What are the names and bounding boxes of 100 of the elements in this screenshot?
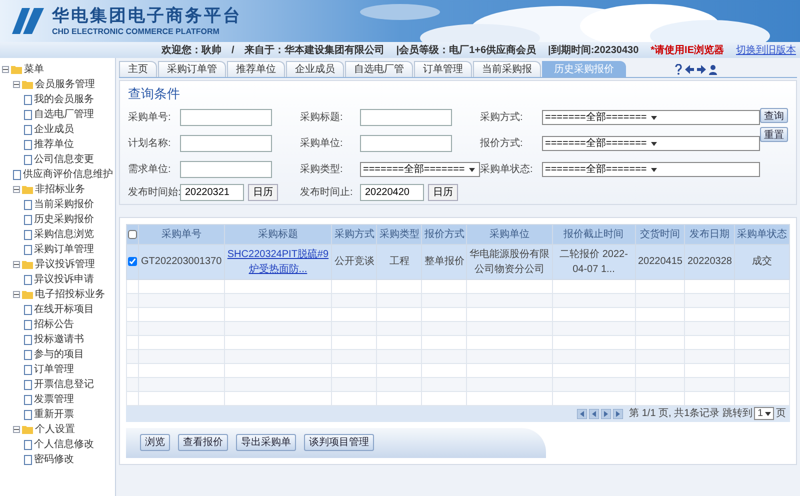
menu-item[interactable]: 采购订单管理	[34, 242, 94, 257]
tab[interactable]: 订单管理	[414, 61, 472, 77]
menu-item[interactable]: 订单管理	[34, 362, 74, 377]
menu-item[interactable]: 当前采购报价	[34, 197, 94, 212]
tab[interactable]: 自选电厂管	[345, 61, 413, 77]
menu-item[interactable]: 历史采购报价	[34, 212, 94, 227]
folder-icon	[22, 80, 33, 89]
query-button[interactable]: 查询	[760, 108, 788, 122]
menu-item[interactable]: 在线开标项目	[34, 302, 94, 317]
column-header: 报价截止时间	[552, 224, 636, 244]
menu-item[interactable]: 个人设置	[35, 422, 75, 437]
row-checkbox[interactable]	[128, 257, 137, 266]
menu-item[interactable]: 重新开票	[34, 407, 74, 422]
date-field[interactable]: 20220321	[180, 184, 244, 200]
calendar-button[interactable]: 日历	[428, 184, 458, 200]
tab[interactable]: 采购订单管	[158, 61, 226, 77]
menu-item[interactable]: 招标公告	[34, 317, 74, 332]
menu-item[interactable]: 参与的项目	[34, 347, 84, 362]
tab[interactable]: 推荐单位	[227, 61, 285, 77]
last-page-icon[interactable]	[613, 408, 624, 418]
first-page-icon[interactable]	[577, 408, 588, 418]
help-icon[interactable]	[675, 64, 682, 75]
action-button[interactable]: 浏览	[140, 434, 170, 451]
folder-icon	[22, 290, 33, 299]
expander-icon[interactable]	[13, 291, 20, 298]
menu-item[interactable]: 企业成员	[34, 122, 74, 137]
select-all-checkbox[interactable]	[128, 230, 137, 238]
menu-item[interactable]: 我的会员服务	[34, 92, 94, 107]
browser-note: *请使用IE浏览器	[650, 44, 724, 58]
logo-icon	[12, 8, 44, 34]
field-label: 报价方式:	[480, 136, 524, 151]
menu-item[interactable]: 菜单	[24, 62, 44, 77]
calendar-button[interactable]: 日历	[248, 184, 278, 200]
menu-item[interactable]: 个人信息修改	[34, 437, 94, 452]
welcome-text: 欢迎您：耿帅 / 来自于：华本建设集团有限公司	[161, 43, 384, 58]
expiry-date: |到期时间:20230430	[548, 44, 639, 58]
expander-icon[interactable]	[2, 66, 9, 73]
menu-item[interactable]: 非招标业务	[35, 182, 85, 197]
column-header: 采购方式	[332, 224, 377, 244]
site-subtitle: CHD ELECTRONIC COMMERCE PLATFORM	[52, 26, 220, 37]
dropdown[interactable]: =======全部=======	[542, 110, 760, 125]
previous-page-icon[interactable]	[589, 408, 600, 418]
text-field[interactable]	[360, 135, 452, 152]
pager-text: 第 1/1 页, 共1条记录 跳转到	[629, 406, 752, 421]
dropdown[interactable]: =======全部=======	[542, 136, 760, 151]
field-label: 采购单状态:	[480, 162, 534, 177]
expander-icon[interactable]	[13, 186, 20, 193]
table-cell: 华电能源股份有限公司物资分公司	[469, 248, 550, 274]
field-label: 采购类型:	[300, 162, 344, 177]
folder-icon	[22, 260, 33, 269]
caret-icon	[468, 168, 475, 172]
action-button[interactable]: 查看报价	[178, 434, 228, 451]
text-field[interactable]	[360, 109, 452, 126]
query-button[interactable]: 重置	[760, 126, 788, 142]
table-cell: 工程	[389, 256, 410, 267]
menu-item[interactable]: 公司信息变更	[34, 152, 94, 167]
table-cell: GT202203001370	[141, 256, 222, 267]
person-icon[interactable]	[709, 64, 717, 74]
next-page-icon[interactable]	[601, 408, 612, 418]
menu-item[interactable]: 投标邀请书	[34, 332, 84, 347]
field-label: 发布时间止:	[300, 186, 354, 200]
table-cell: 整单报价	[424, 256, 464, 267]
menu-item[interactable]: 推荐单位	[34, 137, 74, 152]
menu-item[interactable]: 供应商评价信息维护	[23, 167, 113, 182]
column-header: 采购单位	[466, 224, 552, 244]
menu-item[interactable]: 电子招投标业务	[35, 287, 105, 302]
query-title: 查询条件	[128, 85, 181, 103]
text-field[interactable]	[180, 161, 272, 178]
tab[interactable]: 当前采购报	[473, 61, 541, 77]
text-field[interactable]	[180, 135, 272, 152]
action-button[interactable]: 导出采购单	[236, 434, 296, 451]
table-cell: 20220328	[687, 256, 732, 267]
column-header: 报价方式	[422, 224, 467, 244]
caret-icon	[650, 168, 657, 172]
page-select[interactable]: 1	[754, 407, 774, 420]
caret-icon	[650, 116, 657, 120]
menu-item[interactable]: 自选电厂管理	[34, 107, 94, 122]
expander-icon[interactable]	[13, 261, 20, 268]
expander-icon[interactable]	[13, 426, 20, 433]
menu-item[interactable]: 采购信息浏览	[34, 227, 94, 242]
text-field[interactable]	[180, 109, 272, 126]
tab[interactable]: 主页	[119, 61, 157, 77]
dropdown[interactable]: =======全部=======	[542, 162, 760, 177]
action-button[interactable]: 谈判项目管理	[304, 434, 374, 451]
menu-item[interactable]: 会员服务管理	[35, 77, 95, 92]
back-arrow-icon[interactable]	[685, 65, 694, 74]
switch-version-link[interactable]: 切换到旧版本	[736, 42, 796, 58]
forward-arrow-icon[interactable]	[697, 65, 706, 74]
date-field[interactable]: 20220420	[360, 184, 424, 200]
expander-icon[interactable]	[13, 81, 20, 88]
column-header: 发布日期	[684, 224, 734, 244]
tab[interactable]: 企业成员	[286, 61, 344, 77]
menu-item[interactable]: 异议投诉申请	[34, 272, 94, 287]
caret-icon	[650, 142, 657, 146]
menu-item[interactable]: 异议投诉管理	[35, 257, 95, 272]
folder-icon	[22, 425, 33, 434]
menu-item[interactable]: 发票管理	[34, 392, 74, 407]
menu-item[interactable]: 密码修改	[34, 452, 74, 467]
menu-item[interactable]: 开票信息登记	[34, 377, 94, 392]
dropdown[interactable]: =======全部=======	[360, 162, 480, 177]
